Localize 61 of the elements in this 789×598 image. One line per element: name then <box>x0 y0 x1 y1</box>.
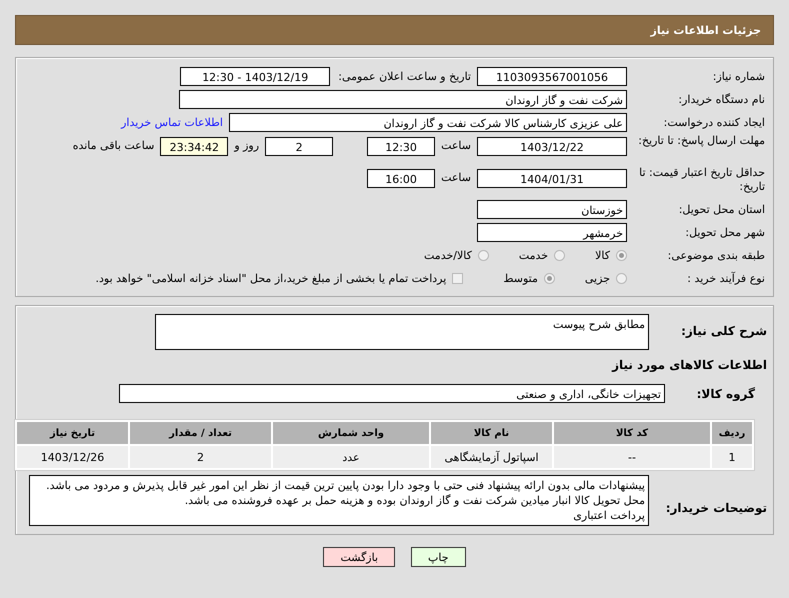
radio-button[interactable] <box>478 250 489 261</box>
radio-button[interactable] <box>616 273 627 284</box>
requester-field[interactable]: علی عزیزی کارشناس کالا شرکت نفت و گاز اروندان <box>229 113 627 132</box>
goods-group-field[interactable]: تجهیزات خانگی، اداری و صنعتی <box>119 384 665 403</box>
radio-label: کالا/خدمت <box>424 249 472 262</box>
field-label: حداقل تاریخ اعتبار قیمت: تا تاریخ: <box>638 166 766 194</box>
validity-date-field[interactable]: 1404/01/31 <box>477 169 627 188</box>
deadline-date-field[interactable]: 1403/12/22 <box>477 137 627 156</box>
field-label: تاریخ و ساعت اعلان عمومی: <box>337 70 472 83</box>
column-header: کد کالا <box>554 422 710 444</box>
field-label: مهلت ارسال پاسخ: تا تاریخ: <box>637 134 766 148</box>
radio-label: خدمت <box>518 249 548 262</box>
validity-time-field[interactable]: 16:00 <box>367 169 436 188</box>
field-label: طبقه بندی موضوعی: <box>666 249 766 262</box>
remaining-time-field[interactable]: 23:34:42 <box>160 137 228 156</box>
table-cell: عدد <box>273 446 429 468</box>
days-field[interactable]: 2 <box>265 137 334 156</box>
city-field[interactable]: خرمشهر <box>477 223 627 242</box>
need-number-field[interactable]: 1103093567001056 <box>477 67 627 86</box>
column-header: تاریخ نیاز <box>17 422 128 444</box>
print-button[interactable]: چاپ <box>411 547 466 567</box>
checkbox[interactable] <box>452 273 464 284</box>
radio-label: جزیی <box>584 272 610 285</box>
table-cell: 1 <box>712 446 752 468</box>
buyer-org-field[interactable]: شرکت نفت و گاز اروندان <box>179 90 627 109</box>
radio-label: متوسط <box>503 272 538 285</box>
page-title: جزئیات اطلاعات نیاز <box>650 24 761 36</box>
radio-button[interactable] <box>616 250 627 261</box>
field-label: توضیحات خریدار: <box>664 501 768 515</box>
field-label: ساعت <box>440 139 472 152</box>
table-cell: 1403/12/26 <box>17 446 128 468</box>
checkbox-label: پرداخت تمام یا بخشی از مبلغ خرید،از محل "اسناد خزانه اسلامی" خواهد بود. <box>96 272 446 285</box>
table-cell: 2 <box>130 446 271 468</box>
field-label: ساعت <box>440 171 472 184</box>
radio-label: کالا <box>595 249 610 262</box>
section-title: اطلاعات کالاهای مورد نیاز <box>610 357 768 374</box>
back-button[interactable]: بازگشت <box>323 547 396 567</box>
province-field[interactable]: خوزستان <box>477 200 627 219</box>
buyer-contact-link[interactable]: اطلاعات تماس خریدار <box>121 116 229 129</box>
deadline-time-field[interactable]: 12:30 <box>367 137 436 156</box>
description-textarea[interactable]: مطابق شرح پیوست <box>155 314 649 350</box>
column-header: ردیف <box>712 422 752 444</box>
buyer-notes-textarea[interactable]: پیشنهادات مالی بدون ارائه پیشنهاد فنی حتی با وجود دارا بودن پایین ترین قیمت از نظر این امور غیر قابل پذیرش و مردود می باشد. محل تحویل کالا انبار میادین شرکت نفت و گاز اروندان بوده و هزینه حمل بر عهده فروشنده می باشد. پرداخت اعتباری <box>29 475 649 526</box>
field-label: روز و <box>232 139 260 152</box>
column-header: نام کالا <box>431 422 552 444</box>
announce-date-field[interactable]: 1403/12/19 - 12:30 <box>180 67 330 86</box>
field-label: شماره نیاز: <box>712 70 766 83</box>
radio-button[interactable] <box>554 250 566 261</box>
table-cell: اسپاتول آزمایشگاهی <box>431 446 552 468</box>
field-label: استان محل تحویل: <box>678 203 766 216</box>
table-cell: -- <box>554 446 710 468</box>
field-label: شهر محل تحویل: <box>684 226 766 239</box>
field-label: گروه کالا: <box>696 386 756 400</box>
radio-button[interactable] <box>544 273 555 284</box>
field-label: نام دستگاه خریدار: <box>677 93 766 106</box>
column-header: تعداد / مقدار <box>130 422 271 444</box>
column-header: واحد شمارش <box>273 422 429 444</box>
field-label: ساعت باقی مانده <box>72 139 156 152</box>
field-label: ایجاد کننده درخواست: <box>662 116 766 129</box>
field-label: نوع فرآیند خرید : <box>686 272 766 285</box>
field-label: شرح کلی نیاز: <box>680 324 768 338</box>
